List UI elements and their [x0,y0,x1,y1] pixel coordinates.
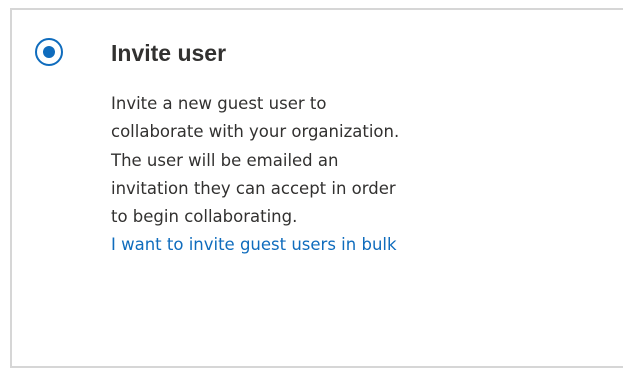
option-title: Invite user [111,40,227,66]
description-line: The user will be emailed an [111,150,339,170]
description-line: invitation they can accept in order [111,178,396,198]
radio-selected-indicator [43,46,55,58]
description-line: to begin collaborating. [111,207,298,227]
option-description: Invite a new guest user to collaborate w… [111,90,511,260]
description-line: collaborate with your organization. [111,122,400,142]
description-line: Invite a new guest user to [111,94,327,113]
invite-in-bulk-link[interactable]: I want to invite guest users in bulk [111,231,511,259]
invite-user-radio-button[interactable] [35,38,63,66]
